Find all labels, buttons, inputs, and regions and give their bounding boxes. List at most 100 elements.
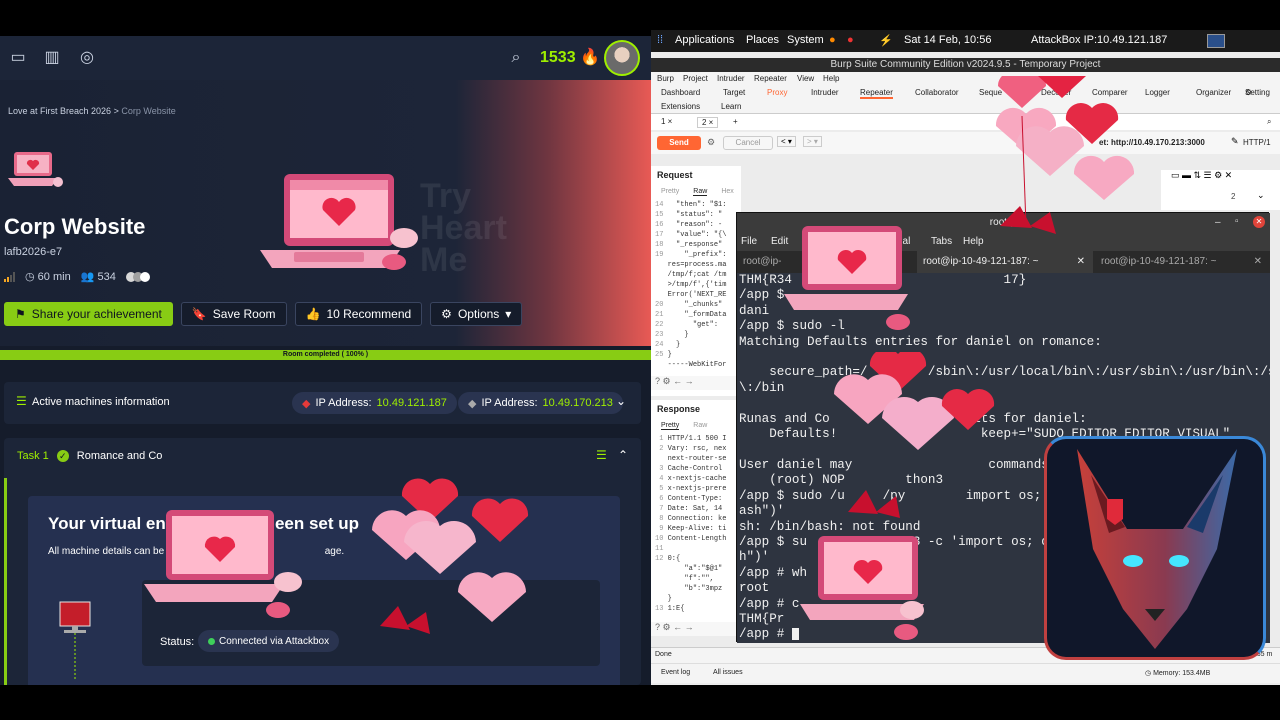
menu-repeater[interactable]: Repeater (754, 74, 787, 83)
code-line: 13 1:E{ (655, 604, 726, 614)
layout-icons[interactable]: ▭ ▬ ⇅ ☰ ⚙ ✕ (1171, 170, 1232, 181)
book-icon[interactable]: ▥ (42, 48, 62, 68)
environment-description-tail: age. (324, 546, 345, 557)
menu-applications[interactable]: Applications (675, 34, 734, 46)
menu-burp[interactable]: Burp (657, 74, 674, 83)
term-menu-tabs[interactable]: Tabs (931, 236, 952, 247)
tab-pretty[interactable]: Pretty (661, 188, 679, 196)
tab-intruder[interactable]: Intruder (811, 88, 839, 97)
tab-raw[interactable]: Raw (693, 422, 707, 430)
http-version[interactable]: HTTP/1 (1243, 138, 1271, 147)
breadcrumb-current: Corp Website (121, 106, 176, 116)
window-icon[interactable]: ▭ (8, 48, 28, 68)
line-text: next-router-se (667, 455, 727, 463)
tab-dashboard[interactable]: Dashboard (661, 88, 700, 97)
request-editor[interactable]: 14 "then": "$1: 15 "status": " 16 "reason"… (655, 200, 726, 370)
term-menu-file[interactable]: File (741, 236, 757, 247)
event-log-button[interactable]: Event log (661, 669, 690, 676)
back-icon[interactable]: ← (673, 376, 682, 386)
options-button[interactable]: ⚙ Options ▾ (430, 302, 523, 326)
gear-icon: ⚙ (441, 307, 452, 321)
close-tab-icon[interactable]: ✕ (1254, 251, 1262, 273)
repeater-tab-1[interactable]: 1 × (661, 117, 672, 126)
chevron-up-icon[interactable]: ⌃ (618, 448, 628, 462)
gear-icon[interactable]: ⚙ (707, 137, 715, 148)
help-icon[interactable]: ? (655, 622, 660, 632)
minimize-icon[interactable]: – (1215, 217, 1221, 228)
forward-button[interactable]: > ▾ (803, 136, 822, 147)
target-icon[interactable]: ◎ (77, 48, 97, 68)
burp-icon[interactable]: ⚡ (879, 34, 893, 47)
heart-balloons-decoration (372, 478, 529, 634)
gear-icon[interactable]: ⚙ (663, 376, 671, 386)
firefox-icon[interactable]: ● (829, 34, 836, 46)
ip-pill-attackbox[interactable]: ◆ IP Address: 10.49.170.213 (458, 392, 623, 414)
help-icon[interactable]: ? (655, 376, 660, 386)
tab-settings-label: Setting (1245, 88, 1270, 97)
task-header[interactable]: Task 1 ✓ Romance and Co (17, 450, 162, 462)
apps-grid-icon[interactable]: ⁞⁞ (657, 34, 663, 46)
all-issues-button[interactable]: All issues (713, 669, 743, 676)
back-icon[interactable]: ← (673, 622, 682, 632)
maximize-icon[interactable]: ▫ (1235, 216, 1239, 227)
chevron-down-icon[interactable]: ⌄ (1257, 190, 1265, 201)
menu-intruder[interactable]: Intruder (717, 74, 745, 83)
tab-target[interactable]: Target (723, 88, 745, 97)
tab-raw[interactable]: Raw (693, 188, 708, 196)
gear-icon[interactable]: ⚙ (663, 622, 671, 632)
list-icon[interactable]: ☰ (596, 448, 607, 462)
menu-view[interactable]: View (797, 74, 814, 83)
menu-system[interactable]: System (787, 34, 824, 46)
code-line: "b":"3mpz (655, 584, 726, 594)
send-button[interactable]: Send (657, 136, 701, 150)
forward-icon[interactable]: → (685, 622, 694, 632)
avatar[interactable] (604, 40, 640, 76)
repeater-tab-2[interactable]: 2 × (697, 117, 719, 128)
tab-pretty[interactable]: Pretty (661, 422, 680, 430)
code-line: 16 "reason": - (655, 220, 726, 230)
close-icon[interactable]: ✕ (1253, 216, 1265, 228)
thm-mascot-icon (100, 684, 134, 685)
line-text: "status": " (667, 211, 723, 219)
save-room-label: Save Room (212, 307, 276, 321)
tab-extensions[interactable]: Extensions (661, 102, 700, 111)
tab-logger[interactable]: Logger (1145, 88, 1170, 97)
back-button[interactable]: < ▾ (777, 136, 796, 147)
response-viewer[interactable]: 1 HTTP/1.1 500 I 2 Vary: rsc, nex next-r… (655, 434, 726, 614)
tab-learn[interactable]: Learn (721, 102, 741, 111)
tab-repeater[interactable]: Repeater (860, 88, 893, 99)
app-icon[interactable]: ● (847, 34, 854, 46)
chevron-down-icon[interactable]: ⌄ (616, 394, 626, 408)
tab-hex[interactable]: Hex (721, 188, 733, 196)
menu-project[interactable]: Project (683, 74, 708, 83)
menu-help[interactable]: Help (823, 74, 839, 83)
save-room-button[interactable]: 🔖 Save Room (180, 302, 287, 326)
breadcrumb-parent[interactable]: Love at First Breach 2026 (8, 106, 111, 116)
tab-organizer[interactable]: Organizer (1196, 88, 1231, 97)
points-value: 1533 (540, 49, 576, 66)
active-machines-panel[interactable]: ☰ Active machines information ◆ IP Addre… (4, 382, 641, 424)
edit-icon[interactable]: ✎ (1231, 136, 1239, 147)
add-tab-button[interactable]: + (733, 117, 738, 126)
recommend-button[interactable]: 👍 10 Recommend (294, 302, 423, 326)
status-value: Connected via Attackbox (219, 635, 330, 647)
forward-icon[interactable]: → (685, 376, 694, 386)
inspector-count: 2 (1231, 192, 1236, 201)
search-icon[interactable]: ⌕ (1267, 117, 1271, 127)
network-icon[interactable] (1207, 34, 1225, 48)
share-button[interactable]: ⚑ Share your achievement (4, 302, 173, 326)
laptop-illustration (144, 510, 302, 618)
tab-collaborator[interactable]: Collaborator (915, 88, 959, 97)
line-text: } (667, 595, 672, 603)
code-line: 14 "then": "$1: (655, 200, 726, 210)
code-line: 11 (655, 544, 726, 554)
code-line: 22 "get": (655, 320, 726, 330)
ip-pill-target[interactable]: ◆ IP Address: 10.49.121.187 (292, 392, 457, 414)
tab-proxy[interactable]: Proxy (767, 88, 787, 97)
room-icon (8, 152, 63, 187)
menu-places[interactable]: Places (746, 34, 779, 46)
bookmark-icon: 🔖 (191, 307, 207, 321)
cancel-button[interactable]: Cancel (723, 136, 773, 150)
search-icon[interactable]: ⌕ (506, 48, 526, 68)
line-number: 10 (655, 535, 668, 543)
